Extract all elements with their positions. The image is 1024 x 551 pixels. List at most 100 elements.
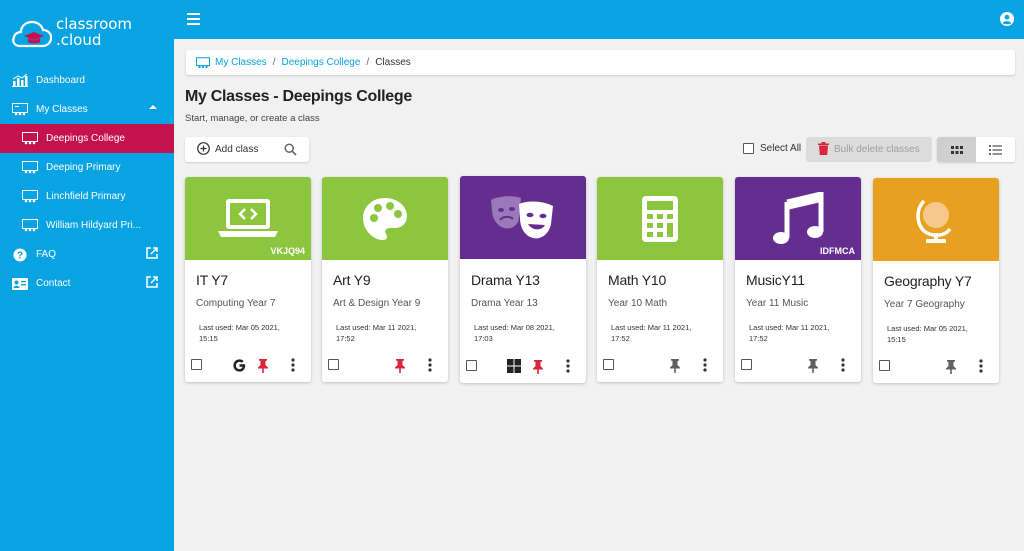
caret-up-icon[interactable] bbox=[148, 102, 158, 115]
class-card-it-y7[interactable]: VKJQ94 IT Y7 Computing Year 7 Last used:… bbox=[185, 177, 311, 382]
sidebar-item-my-classes[interactable]: My Classes bbox=[0, 95, 174, 124]
last-used-date: Last used: Mar 11 2021, bbox=[336, 323, 417, 332]
breadcrumb-school[interactable]: Deepings College bbox=[281, 57, 360, 68]
more-options-icon[interactable] bbox=[422, 357, 438, 373]
pin-icon[interactable] bbox=[667, 357, 683, 373]
trash-icon bbox=[818, 141, 829, 158]
search-icon[interactable] bbox=[284, 143, 297, 161]
add-class-button[interactable]: Add class bbox=[185, 137, 258, 162]
bulk-delete-label: Bulk delete classes bbox=[834, 144, 920, 155]
more-options-icon[interactable] bbox=[835, 357, 851, 373]
class-select-checkbox[interactable] bbox=[879, 360, 890, 371]
class-card-actions bbox=[185, 348, 311, 382]
google-icon bbox=[231, 357, 247, 373]
class-card-actions bbox=[597, 348, 723, 382]
sidebar-item-william-hildyard[interactable]: William Hildyard Pri... bbox=[0, 211, 174, 240]
pin-icon[interactable] bbox=[392, 357, 408, 373]
top-bar bbox=[174, 0, 1024, 39]
more-options-icon[interactable] bbox=[285, 357, 301, 373]
last-used-date: Last used: Mar 05 2021, bbox=[199, 323, 280, 332]
class-subtitle: Computing Year 7 bbox=[196, 298, 276, 309]
sidebar-item-label: Contact bbox=[36, 278, 71, 289]
pin-icon[interactable] bbox=[530, 358, 546, 374]
logo-text: classroom .cloud bbox=[56, 16, 132, 48]
class-card-header[interactable] bbox=[460, 176, 586, 259]
class-select-checkbox[interactable] bbox=[603, 359, 614, 370]
list-view-button[interactable] bbox=[976, 137, 1015, 162]
view-toggle bbox=[937, 137, 1015, 162]
class-card-header[interactable] bbox=[322, 177, 448, 260]
classroom-cloud-logo[interactable]: classroom .cloud bbox=[12, 14, 162, 54]
sidebar-item-deeping-primary[interactable]: Deeping Primary bbox=[0, 153, 174, 182]
class-select-checkbox[interactable] bbox=[741, 359, 752, 370]
class-title: Geography Y7 bbox=[884, 273, 972, 289]
last-used-date: Last used: Mar 11 2021, bbox=[749, 323, 830, 332]
pin-icon[interactable] bbox=[255, 357, 271, 373]
class-card-header[interactable]: IDFMCA bbox=[735, 177, 861, 260]
class-select-checkbox[interactable] bbox=[466, 360, 477, 371]
more-options-icon[interactable] bbox=[560, 358, 576, 374]
breadcrumb-current: Classes bbox=[375, 57, 411, 68]
account-icon[interactable] bbox=[1000, 12, 1014, 26]
class-code: IDFMCA bbox=[820, 246, 855, 256]
classroom-icon bbox=[22, 161, 38, 175]
breadcrumb-separator: / bbox=[272, 57, 276, 68]
class-card-header[interactable] bbox=[873, 178, 999, 261]
class-last-used: Last used: Mar 11 2021, 17:52 bbox=[336, 322, 441, 344]
sidebar-item-contact[interactable]: Contact bbox=[0, 269, 174, 298]
menu-icon[interactable] bbox=[187, 13, 200, 25]
grid-view-button[interactable] bbox=[937, 137, 976, 162]
select-all-checkbox[interactable] bbox=[743, 143, 754, 154]
chart-bar-icon bbox=[12, 74, 28, 88]
sidebar-item-dashboard[interactable]: Dashboard bbox=[0, 66, 174, 95]
breadcrumb-my-classes[interactable]: My Classes bbox=[215, 57, 267, 68]
class-card-drama-y13[interactable]: Drama Y13 Drama Year 13 Last used: Mar 0… bbox=[460, 176, 586, 383]
sidebar-item-label: Dashboard bbox=[36, 75, 85, 86]
sidebar-item-linchfield-primary[interactable]: Linchfield Primary bbox=[0, 182, 174, 211]
select-all[interactable]: Select All bbox=[743, 143, 801, 154]
globe-icon bbox=[914, 195, 958, 245]
help-icon: ? bbox=[12, 248, 28, 262]
logo-line-1: classroom bbox=[56, 15, 133, 33]
class-card-music-y11[interactable]: IDFMCA MusicY11 Year 11 Music Last used:… bbox=[735, 177, 861, 382]
sidebar-nav: Dashboard My Classes Deepings College De… bbox=[0, 66, 174, 298]
class-card-math-y10[interactable]: Math Y10 Year 10 Math Last used: Mar 11 … bbox=[597, 177, 723, 382]
more-options-icon[interactable] bbox=[973, 358, 989, 374]
class-card-header[interactable]: VKJQ94 bbox=[185, 177, 311, 260]
bulk-delete-button[interactable]: Bulk delete classes bbox=[806, 137, 932, 162]
class-last-used: Last used: Mar 05 2021, 15:15 bbox=[887, 323, 992, 345]
list-icon bbox=[989, 144, 1002, 155]
microsoft-icon bbox=[506, 358, 522, 374]
class-title: Art Y9 bbox=[333, 272, 371, 288]
add-circle-icon bbox=[197, 141, 210, 158]
sidebar-item-label: My Classes bbox=[36, 104, 88, 115]
sidebar-item-label: Deepings College bbox=[46, 133, 125, 144]
class-subtitle: Year 10 Math bbox=[608, 298, 668, 309]
sidebar-item-faq[interactable]: ? FAQ bbox=[0, 240, 174, 269]
calculator-icon bbox=[642, 195, 678, 242]
classroom-icon bbox=[22, 190, 38, 204]
sidebar-item-deepings-college[interactable]: Deepings College bbox=[0, 124, 174, 153]
sidebar-item-label: William Hildyard Pri... bbox=[46, 220, 142, 231]
class-card-actions bbox=[460, 349, 586, 383]
class-card-header[interactable] bbox=[597, 177, 723, 260]
class-select-checkbox[interactable] bbox=[191, 359, 202, 370]
select-all-label: Select All bbox=[760, 143, 802, 154]
external-link-icon bbox=[146, 247, 158, 262]
class-card-actions bbox=[322, 348, 448, 382]
logo-line-2: .cloud bbox=[56, 31, 102, 49]
external-link-icon bbox=[146, 276, 158, 291]
more-options-icon[interactable] bbox=[697, 357, 713, 373]
class-card-geography-y7[interactable]: Geography Y7 Year 7 Geography Last used:… bbox=[873, 178, 999, 383]
classroom-icon bbox=[22, 132, 38, 146]
page-title: My Classes - Deepings College bbox=[185, 88, 412, 105]
add-class-label: Add class bbox=[215, 144, 259, 155]
page-subtitle: Start, manage, or create a class bbox=[185, 113, 320, 124]
pin-icon[interactable] bbox=[805, 357, 821, 373]
last-used-time: 15:15 bbox=[199, 334, 218, 343]
class-card-art-y9[interactable]: Art Y9 Art & Design Year 9 Last used: Ma… bbox=[322, 177, 448, 382]
pin-icon[interactable] bbox=[943, 358, 959, 374]
class-toolbar: Add class bbox=[185, 137, 309, 162]
last-used-date: Last used: Mar 08 2021, bbox=[474, 323, 555, 332]
class-select-checkbox[interactable] bbox=[328, 359, 339, 370]
